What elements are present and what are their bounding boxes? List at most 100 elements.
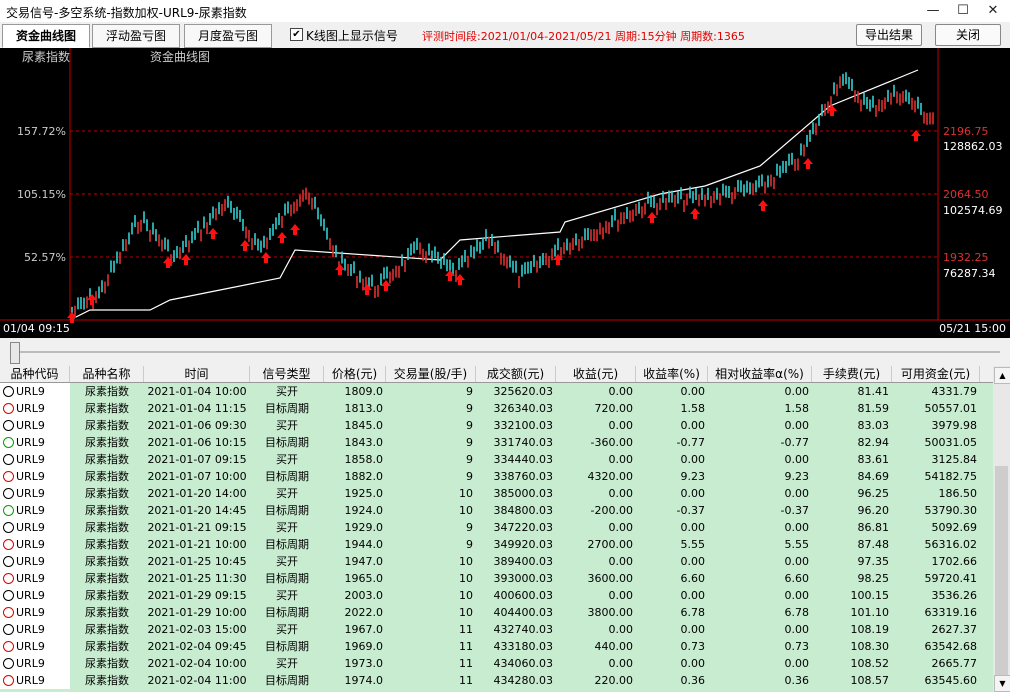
cell-alpha: 0.00 — [784, 453, 810, 466]
cell-return: 0.00 — [680, 385, 706, 398]
time-slider[interactable] — [0, 338, 1010, 366]
table-row[interactable]: URL9 尿素指数 2021-01-07 10:00 目标周期 1882.0 9 33876… — [0, 468, 993, 485]
cell-code: URL9 — [0, 519, 70, 536]
cell-time: 2021-01-06 09:30 — [147, 419, 247, 432]
signal-status-icon — [3, 522, 14, 533]
cell-price: 1974.0 — [344, 674, 384, 687]
cell-code-text: URL9 — [16, 657, 45, 670]
cell-time: 2021-01-21 09:15 — [147, 521, 247, 534]
col-available[interactable]: 可用资金(元) — [892, 366, 980, 382]
close-button[interactable]: 关闭 — [935, 24, 1001, 46]
cell-volume: 9 — [466, 538, 473, 551]
cell-price: 1947.0 — [344, 555, 384, 568]
col-name[interactable]: 品种名称 — [70, 366, 144, 382]
col-signal[interactable]: 信号类型 — [250, 366, 324, 382]
cell-code-text: URL9 — [16, 521, 45, 534]
show-signal-label: K线图上显示信号 — [306, 29, 398, 43]
cell-fee: 100.15 — [850, 589, 890, 602]
table-row[interactable]: URL9 尿素指数 2021-01-29 10:00 目标周期 2022.0 10 4044… — [0, 604, 993, 621]
table-row[interactable]: URL9 尿素指数 2021-01-07 09:15 买开 1858.0 9 334440.… — [0, 451, 993, 468]
maximize-icon[interactable]: ☐ — [948, 0, 978, 22]
cell-code: URL9 — [0, 468, 70, 485]
table-row[interactable]: URL9 尿素指数 2021-02-03 15:00 买开 1967.0 11 432740… — [0, 621, 993, 638]
cell-signal: 买开 — [276, 589, 298, 602]
cell-profit: 720.00 — [594, 402, 634, 415]
table-row[interactable]: URL9 尿素指数 2021-01-29 09:15 买开 2003.0 10 400600… — [0, 587, 993, 604]
cell-available: 3125.84 — [931, 453, 978, 466]
right-price-3: 1932.25 — [943, 251, 989, 264]
col-code[interactable]: 品种代码 — [0, 366, 70, 382]
cell-time: 2021-02-04 10:00 — [147, 657, 247, 670]
close-window-icon[interactable]: ✕ — [978, 0, 1008, 22]
cell-fee: 83.61 — [857, 453, 890, 466]
cell-price: 1929.0 — [344, 521, 384, 534]
table-row[interactable]: URL9 尿素指数 2021-01-04 10:00 买开 1809.0 9 325620.… — [0, 383, 993, 400]
cell-time: 2021-02-04 09:45 — [147, 640, 247, 653]
cell-available: 59720.41 — [924, 572, 978, 585]
cell-profit: 0.00 — [608, 385, 634, 398]
cell-signal: 目标周期 — [265, 572, 309, 585]
table-row[interactable]: URL9 尿素指数 2021-01-25 10:45 买开 1947.0 10 389400… — [0, 553, 993, 570]
cell-signal: 目标周期 — [265, 436, 309, 449]
cell-return: 0.00 — [680, 589, 706, 602]
capital-curve-chart: 尿素指数 资金曲线图 157.72% 105.15% 52.57% 2196.7… — [0, 48, 1010, 338]
table-row[interactable]: URL9 尿素指数 2021-01-25 11:30 目标周期 1965.0 10 3930… — [0, 570, 993, 587]
slider-thumb[interactable] — [10, 342, 20, 364]
tab-floating-pnl[interactable]: 浮动盈亏图 — [92, 24, 180, 48]
col-time[interactable]: 时间 — [144, 366, 250, 382]
signal-status-icon — [3, 641, 14, 652]
tab-monthly-pnl[interactable]: 月度盈亏图 — [184, 24, 272, 48]
cell-volume: 10 — [459, 504, 473, 517]
scroll-down-icon[interactable]: ▼ — [994, 675, 1010, 692]
toolbar: 资金曲线图 浮动盈亏图 月度盈亏图 ✔ K线图上显示信号 评测时间段:2021/… — [0, 22, 1010, 48]
buy-signal-arrow-icon — [647, 212, 657, 223]
cell-available: 2665.77 — [931, 657, 978, 670]
signal-status-icon — [3, 556, 14, 567]
col-alpha[interactable]: 相对收益率α(%) — [708, 366, 812, 382]
cell-name: 尿素指数 — [85, 487, 129, 500]
cell-amount: 325620.03 — [493, 385, 554, 398]
col-profit[interactable]: 收益(元) — [556, 366, 636, 382]
export-button[interactable]: 导出结果 — [856, 24, 922, 46]
table-row[interactable]: URL9 尿素指数 2021-01-06 09:30 买开 1845.0 9 332100.… — [0, 417, 993, 434]
table-row[interactable]: URL9 尿素指数 2021-01-04 11:15 目标周期 1813.0 9 32634… — [0, 400, 993, 417]
show-signal-checkbox[interactable]: ✔ — [290, 28, 303, 41]
table-row[interactable]: URL9 尿素指数 2021-01-20 14:45 目标周期 1924.0 10 3848… — [0, 502, 993, 519]
right-price-2: 2064.50 — [943, 188, 989, 201]
table-row[interactable]: URL9 尿素指数 2021-01-20 14:00 买开 1925.0 10 385000… — [0, 485, 993, 502]
cell-code: URL9 — [0, 502, 70, 519]
cell-code-text: URL9 — [16, 674, 45, 687]
scroll-up-icon[interactable]: ▲ — [994, 367, 1010, 384]
capital-curve-line — [69, 69, 919, 321]
table-row[interactable]: URL9 尿素指数 2021-01-21 09:15 买开 1929.0 9 347220.… — [0, 519, 993, 536]
table-row[interactable]: URL9 尿素指数 2021-02-04 11:00 目标周期 1974.0 11 4342… — [0, 672, 993, 689]
tab-capital-curve[interactable]: 资金曲线图 — [2, 24, 90, 48]
table-row[interactable]: URL9 尿素指数 2021-02-04 10:00 买开 1973.0 11 434060… — [0, 655, 993, 672]
col-fee[interactable]: 手续费(元) — [812, 366, 892, 382]
table-scrollbar[interactable]: ▲ ▼ — [993, 366, 1010, 692]
table-row[interactable]: URL9 尿素指数 2021-01-21 10:00 目标周期 1944.0 9 34992… — [0, 536, 993, 553]
col-price[interactable]: 价格(元) — [324, 366, 386, 382]
cell-signal: 目标周期 — [265, 402, 309, 415]
col-return[interactable]: 收益率(%) — [636, 366, 708, 382]
cell-fee: 97.35 — [857, 555, 890, 568]
signal-status-icon — [3, 505, 14, 516]
cell-volume: 10 — [459, 606, 473, 619]
buy-signal-arrow-icon — [290, 224, 300, 235]
cell-code: URL9 — [0, 434, 70, 451]
cell-amount: 332100.03 — [493, 419, 554, 432]
table-row[interactable]: URL9 尿素指数 2021-01-06 10:15 目标周期 1843.0 9 33174… — [0, 434, 993, 451]
scroll-thumb[interactable] — [995, 466, 1008, 676]
col-volume[interactable]: 交易量(股/手) — [386, 366, 476, 382]
minimize-icon[interactable]: — — [918, 0, 948, 22]
cell-return: 0.36 — [680, 674, 706, 687]
cell-signal: 目标周期 — [265, 674, 309, 687]
cell-name: 尿素指数 — [85, 436, 129, 449]
cell-return: 6.78 — [680, 606, 706, 619]
cell-volume: 10 — [459, 589, 473, 602]
cell-fee: 108.52 — [850, 657, 890, 670]
cell-amount: 389400.03 — [493, 555, 554, 568]
col-amount[interactable]: 成交额(元) — [476, 366, 556, 382]
table-row[interactable]: URL9 尿素指数 2021-02-04 09:45 目标周期 1969.0 11 4331… — [0, 638, 993, 655]
cell-return: -0.77 — [676, 436, 705, 449]
